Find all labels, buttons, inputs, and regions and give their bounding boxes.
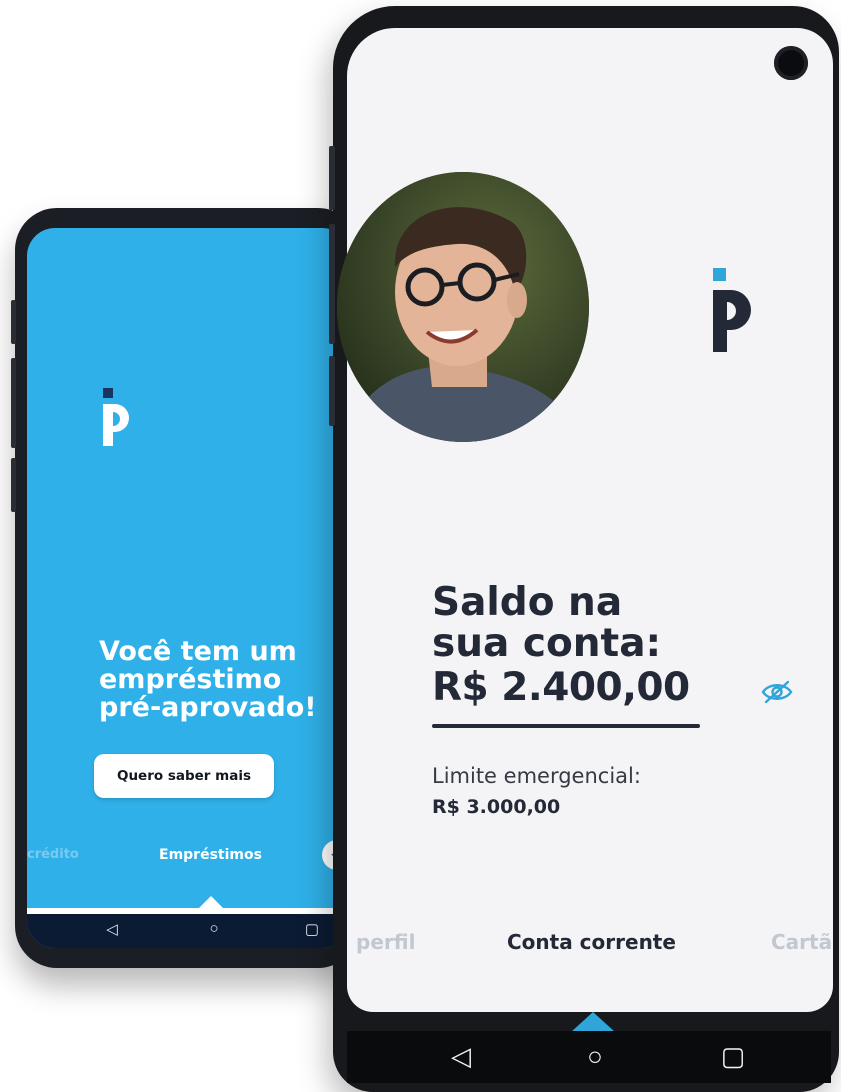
balance-title-line: sua conta:: [432, 621, 662, 666]
front-camera: [774, 46, 808, 80]
tab-conta-corrente[interactable]: Conta corrente: [507, 930, 676, 954]
headline-line: Você tem um: [99, 636, 297, 667]
side-button: [11, 458, 16, 512]
balance-amount: R$ 2.400,00: [432, 665, 690, 710]
home-nav-icon[interactable]: ○: [575, 1041, 615, 1072]
system-nav-bar: ◁ ○ ▢: [27, 908, 350, 948]
headline-line: pré-aprovado!: [99, 692, 317, 723]
active-tab-indicator: [571, 1012, 615, 1032]
side-button: [329, 224, 335, 344]
emergency-limit-value: R$ 3.000,00: [432, 796, 561, 818]
tab-cartao[interactable]: Cartã: [771, 930, 832, 954]
avatar-photo: [337, 172, 589, 442]
emergency-limit-label: Limite emergencial:: [432, 764, 641, 788]
tab-emprestimos[interactable]: Empréstimos: [159, 847, 262, 863]
balance-title-line: Saldo na: [432, 580, 623, 625]
side-button: [329, 146, 335, 210]
tab-credito[interactable]: crédito: [27, 847, 79, 862]
home-nav-icon[interactable]: ○: [199, 920, 229, 937]
side-button: [11, 300, 16, 344]
back-phone-screen: Você tem um empréstimo pré-aprovado! Que…: [27, 228, 350, 948]
learn-more-button[interactable]: Quero saber mais: [94, 754, 274, 798]
balance-underline: [432, 724, 700, 728]
loan-headline: Você tem um empréstimo pré-aprovado!: [99, 638, 350, 722]
brand-p-logo-icon: [103, 388, 129, 446]
user-avatar[interactable]: [337, 172, 589, 442]
headline-line: empréstimo: [99, 664, 282, 695]
back-phone: Você tem um empréstimo pré-aprovado! Que…: [11, 208, 360, 968]
recents-nav-icon[interactable]: ▢: [297, 920, 327, 938]
back-nav-icon[interactable]: ◁: [97, 920, 127, 938]
tab-perfil[interactable]: perfil: [356, 930, 415, 954]
recents-nav-icon[interactable]: ▢: [713, 1041, 753, 1072]
front-phone-screen: [347, 28, 833, 1012]
system-nav-bar: ◁ ○ ▢: [347, 1031, 831, 1083]
brand-p-logo-icon: [713, 268, 751, 352]
side-button: [11, 358, 16, 448]
eye-off-icon[interactable]: [760, 680, 794, 704]
back-nav-icon[interactable]: ◁: [441, 1041, 481, 1072]
nav-bar-divider: [27, 908, 350, 914]
tab-bar: crédito Empréstimos +: [27, 840, 350, 870]
side-button: [329, 356, 335, 426]
balance-title: Saldo na sua conta:: [432, 582, 732, 664]
